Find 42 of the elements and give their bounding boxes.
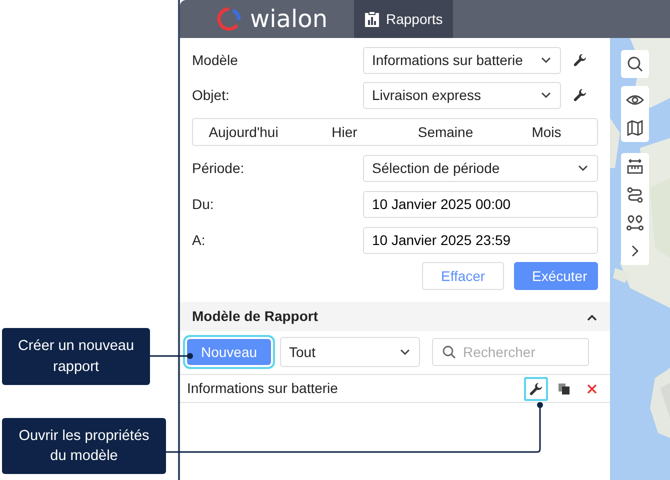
dropdown[interactable]: Livraison express bbox=[363, 82, 561, 108]
period-tab[interactable]: Semaine bbox=[395, 119, 496, 145]
wrench-icon bbox=[529, 382, 543, 396]
field-label: Période: bbox=[192, 158, 246, 178]
field-label: Du: bbox=[192, 194, 215, 214]
callout: Créer un nouveau rapport bbox=[2, 328, 150, 385]
reports-tab[interactable]: Rapports bbox=[354, 0, 453, 38]
search-icon bbox=[626, 55, 644, 73]
route-icon bbox=[626, 186, 644, 204]
map-icon bbox=[626, 119, 644, 137]
chevron-icon bbox=[631, 245, 639, 257]
wrench-icon bbox=[572, 53, 586, 67]
logo-icon bbox=[216, 6, 242, 32]
logo-text: wialon bbox=[250, 7, 328, 31]
period-tab[interactable]: Mois bbox=[496, 119, 597, 145]
collapse-icon bbox=[586, 312, 598, 320]
report-icon bbox=[364, 10, 380, 28]
search-field[interactable]: Rechercher bbox=[432, 338, 589, 366]
field-label: Objet: bbox=[192, 86, 230, 105]
date-field[interactable]: 10 Janvier 2025 23:59 bbox=[363, 226, 598, 254]
dropdown[interactable]: Informations sur batterie bbox=[363, 46, 561, 74]
period-tab[interactable]: Hier bbox=[294, 119, 395, 145]
filter-dropdown[interactable]: Tout bbox=[280, 337, 420, 367]
dropdown-caret-icon bbox=[399, 348, 411, 356]
pins-icon bbox=[626, 214, 644, 232]
callout: Ouvrir les propriétés du modèle bbox=[2, 418, 166, 474]
wrench-icon bbox=[572, 88, 586, 102]
close-icon bbox=[586, 382, 598, 394]
properties-button[interactable] bbox=[524, 376, 548, 400]
template-name: Informations sur batterie bbox=[187, 379, 339, 398]
date-field[interactable]: 10 Janvier 2025 00:00 bbox=[363, 190, 598, 218]
field-label: A: bbox=[192, 230, 206, 250]
dropdown-caret-icon bbox=[540, 91, 552, 99]
field-label: Modèle bbox=[192, 50, 239, 70]
dropdown-caret-icon bbox=[540, 56, 552, 64]
dropdown[interactable]: Sélection de période bbox=[363, 154, 598, 182]
dropdown-caret-icon bbox=[577, 164, 589, 172]
section-header[interactable]: Modèle de Rapport bbox=[180, 302, 610, 331]
period-tab[interactable]: Aujourd'hui bbox=[193, 119, 294, 145]
leader-line bbox=[150, 353, 193, 359]
copy-icon bbox=[558, 382, 570, 394]
ruler-icon bbox=[626, 158, 644, 176]
